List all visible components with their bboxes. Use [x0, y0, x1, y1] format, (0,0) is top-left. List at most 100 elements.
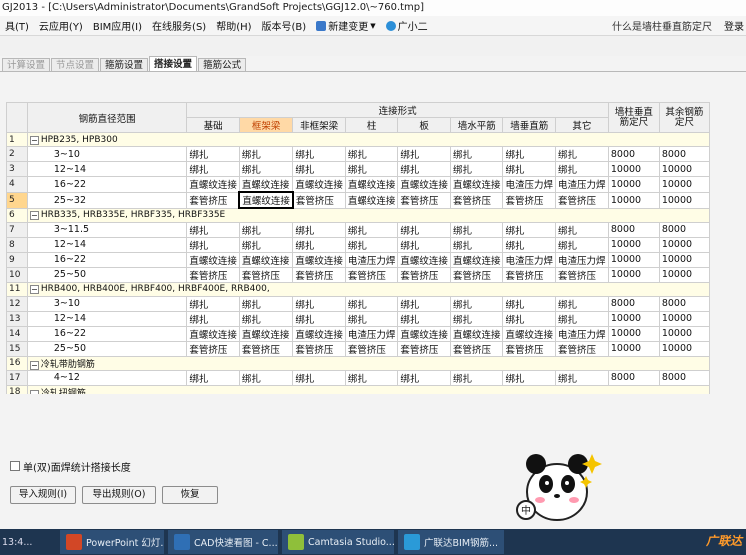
- connection-cell[interactable]: 绑扎: [449, 236, 504, 253]
- diameter-range-cell[interactable]: 16~22: [26, 251, 188, 268]
- column-header[interactable]: 墙垂直筋: [502, 117, 556, 133]
- other-length-cell[interactable]: 10000: [658, 340, 710, 357]
- connection-cell[interactable]: 直螺纹连接: [292, 325, 346, 342]
- connection-cell[interactable]: 直螺纹连接: [449, 251, 504, 268]
- other-length-cell[interactable]: 8000: [658, 295, 710, 312]
- connection-cell[interactable]: 绑扎: [292, 221, 346, 238]
- connection-cell[interactable]: 绑扎: [292, 146, 346, 162]
- connection-cell[interactable]: 绑扎: [554, 295, 609, 312]
- wall-length-cell[interactable]: 10000: [607, 325, 660, 342]
- other-length-cell[interactable]: 10000: [658, 176, 710, 193]
- connection-cell[interactable]: 套管挤压: [449, 266, 504, 283]
- column-header[interactable]: 其它: [554, 117, 609, 133]
- connection-cell[interactable]: 套管挤压: [554, 191, 609, 209]
- tab-lap-settings[interactable]: 搭接设置: [149, 56, 198, 72]
- connection-cell[interactable]: 直螺纹连接: [449, 325, 504, 342]
- connection-cell[interactable]: 套管挤压: [186, 191, 240, 209]
- row-number[interactable]: 14: [6, 325, 28, 342]
- connection-cell[interactable]: 绑扎: [292, 310, 346, 327]
- connection-cell[interactable]: 绑扎: [238, 310, 294, 327]
- steel-grade-group[interactable]: − 冷轧扭钢筋: [26, 384, 710, 394]
- connection-cell[interactable]: 套管挤压: [554, 340, 609, 357]
- connection-cell[interactable]: 绑扎: [554, 161, 609, 177]
- tab-calc-settings[interactable]: 计算设置: [2, 58, 51, 72]
- connection-cell[interactable]: 绑扎: [397, 310, 451, 327]
- connection-cell[interactable]: 电渣压力焊: [554, 325, 609, 342]
- menu-online-service[interactable]: 在线服务(S): [147, 18, 211, 33]
- connection-cell[interactable]: 绑扎: [502, 221, 556, 238]
- collapse-icon[interactable]: −: [29, 211, 39, 221]
- connection-cell[interactable]: 直螺纹连接: [186, 176, 240, 193]
- connection-cell[interactable]: 套管挤压: [502, 340, 556, 357]
- column-header[interactable]: 框架梁: [238, 117, 294, 133]
- connection-cell[interactable]: 绑扎: [238, 161, 294, 177]
- connection-cell[interactable]: 套管挤压: [502, 266, 556, 283]
- other-length-cell[interactable]: 10000: [658, 251, 710, 268]
- connection-cell[interactable]: 直螺纹连接: [292, 176, 346, 193]
- connection-cell[interactable]: 绑扎: [186, 369, 240, 386]
- connection-cell[interactable]: 直螺纹连接: [397, 325, 451, 342]
- column-header[interactable]: 基础: [186, 117, 240, 133]
- diameter-range-cell[interactable]: 25~50: [26, 340, 188, 357]
- row-number[interactable]: 16: [6, 355, 28, 371]
- connection-cell[interactable]: 绑扎: [554, 369, 609, 386]
- connection-cell[interactable]: 绑扎: [554, 146, 609, 162]
- connection-cell[interactable]: 绑扎: [502, 161, 556, 177]
- wall-length-cell[interactable]: 8000: [607, 369, 660, 386]
- menu-cloud[interactable]: 云应用(Y): [34, 18, 88, 33]
- wall-length-cell[interactable]: 10000: [607, 251, 660, 268]
- row-number[interactable]: 1: [6, 132, 28, 147]
- row-number[interactable]: 7: [6, 221, 28, 238]
- taskbar-item-powerpoint[interactable]: PowerPoint 幻灯...: [60, 530, 164, 554]
- connection-cell[interactable]: 直螺纹连接: [397, 176, 451, 193]
- steel-grade-group[interactable]: − HRB400, HRB400E, HRBF400, HRBF400E, RRB…: [26, 281, 710, 297]
- connection-cell[interactable]: 电渣压力焊: [554, 251, 609, 268]
- connection-cell[interactable]: 绑扎: [344, 295, 399, 312]
- import-rules-button[interactable]: 导入规则(I): [10, 486, 76, 504]
- column-header[interactable]: 柱: [344, 117, 399, 133]
- connection-cell[interactable]: 绑扎: [238, 146, 294, 162]
- menu-assistant[interactable]: 广小二: [381, 18, 433, 33]
- connection-cell[interactable]: 直螺纹连接: [186, 325, 240, 342]
- connection-cell[interactable]: 绑扎: [397, 369, 451, 386]
- connection-cell[interactable]: 绑扎: [344, 369, 399, 386]
- taskbar-item-cad-viewer[interactable]: CAD快速看图 - C...: [168, 530, 278, 554]
- other-length-cell[interactable]: 10000: [658, 310, 710, 327]
- connection-cell[interactable]: 绑扎: [502, 310, 556, 327]
- row-number[interactable]: 13: [6, 310, 28, 327]
- tab-stirrup-settings[interactable]: 箍筋设置: [100, 58, 149, 72]
- connection-cell[interactable]: 绑扎: [502, 295, 556, 312]
- menu-tools[interactable]: 具(T): [0, 18, 34, 33]
- connection-cell[interactable]: 绑扎: [186, 161, 240, 177]
- row-number[interactable]: 17: [6, 369, 28, 386]
- export-rules-button[interactable]: 导出规则(O): [82, 486, 156, 504]
- connection-cell[interactable]: 套管挤压: [344, 340, 399, 357]
- connection-cell[interactable]: 绑扎: [397, 146, 451, 162]
- connection-cell[interactable]: 套管挤压: [292, 191, 346, 209]
- diameter-range-cell[interactable]: 4~12: [26, 369, 188, 386]
- wall-length-cell[interactable]: 8000: [607, 295, 660, 312]
- connection-cell[interactable]: 直螺纹连接: [238, 325, 294, 342]
- connection-cell[interactable]: 套管挤压: [554, 266, 609, 283]
- connection-cell[interactable]: 直螺纹连接: [238, 191, 294, 209]
- connection-cell[interactable]: 直螺纹连接: [238, 251, 294, 268]
- connection-cell[interactable]: 套管挤压: [449, 191, 504, 209]
- connection-cell[interactable]: 绑扎: [554, 236, 609, 253]
- connection-cell[interactable]: 绑扎: [397, 295, 451, 312]
- connection-cell[interactable]: 绑扎: [449, 221, 504, 238]
- connection-cell[interactable]: 套管挤压: [502, 191, 556, 209]
- menu-version[interactable]: 版本号(B): [257, 18, 312, 33]
- diameter-range-cell[interactable]: 12~14: [26, 310, 188, 327]
- connection-cell[interactable]: 绑扎: [344, 146, 399, 162]
- connection-cell[interactable]: 电渣压力焊: [502, 176, 556, 193]
- wall-length-cell[interactable]: 10000: [607, 161, 660, 177]
- row-number[interactable]: 18: [6, 384, 28, 394]
- connection-cell[interactable]: 套管挤压: [397, 340, 451, 357]
- row-number[interactable]: 11: [6, 281, 28, 297]
- other-length-cell[interactable]: 10000: [658, 191, 710, 209]
- row-number[interactable]: 10: [6, 266, 28, 283]
- connection-cell[interactable]: 绑扎: [292, 236, 346, 253]
- connection-cell[interactable]: 套管挤压: [238, 340, 294, 357]
- connection-cell[interactable]: 绑扎: [502, 236, 556, 253]
- steel-grade-group[interactable]: − HPB235, HPB300: [26, 132, 710, 147]
